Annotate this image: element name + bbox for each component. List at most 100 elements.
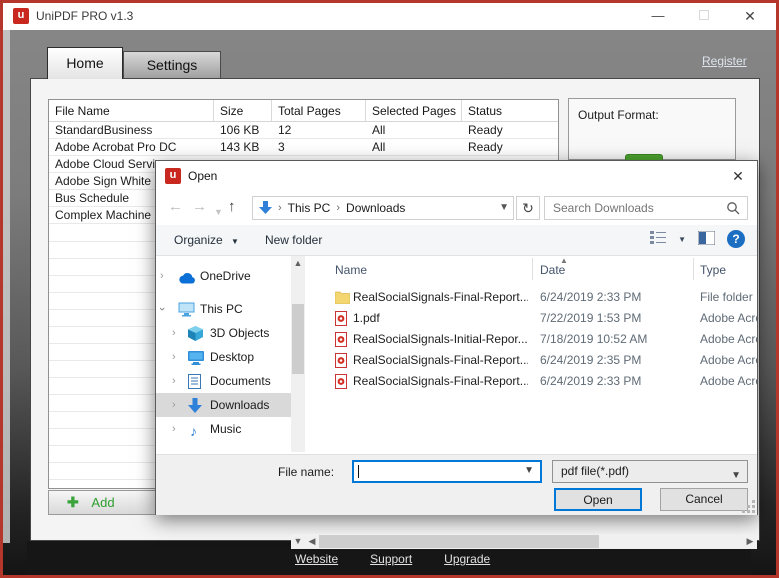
- website-link[interactable]: Website: [295, 552, 338, 566]
- file-type: Adobe Acro: [700, 353, 757, 367]
- column-divider[interactable]: [693, 258, 694, 280]
- dialog-close-button[interactable]: ✕: [722, 163, 754, 189]
- cancel-button[interactable]: Cancel: [660, 488, 748, 511]
- tab-home[interactable]: Home: [47, 47, 123, 79]
- scroll-left-icon[interactable]: ◀: [305, 534, 319, 549]
- downloads-folder-icon: [259, 201, 272, 215]
- folder-icon: [334, 290, 351, 305]
- dialog-nav-bar: ← → ▼ ↑ › This PC › Downloads ▼ ↻: [156, 191, 757, 225]
- forward-button[interactable]: →: [192, 196, 207, 218]
- file-row[interactable]: RealSocialSignals-Final-Report... 6/24/2…: [305, 287, 757, 308]
- file-list-horizontal-scrollbar[interactable]: ◀ ▶: [305, 534, 757, 549]
- table-row[interactable]: StandardBusiness 106 KB 12 All Ready: [49, 122, 558, 139]
- file-name: 1.pdf: [353, 311, 380, 325]
- sidebar-item-this-pc[interactable]: › This PC: [156, 297, 291, 321]
- col-name[interactable]: Name: [335, 263, 367, 277]
- search-box: [544, 196, 748, 220]
- app-window: u UniPDF PRO v1.3 — ✕ Home Settings Regi…: [0, 0, 779, 578]
- select-chevron-icon: ▼: [731, 470, 741, 481]
- address-bar[interactable]: › This PC › Downloads ▼: [252, 196, 514, 220]
- scroll-up-icon[interactable]: ▲: [291, 256, 305, 270]
- col-status[interactable]: Status: [462, 100, 558, 121]
- view-mode-icon[interactable]: [650, 231, 667, 247]
- onedrive-icon: [178, 268, 195, 284]
- sidebar-item-downloads[interactable]: › Downloads: [156, 393, 291, 417]
- expand-chevron-icon[interactable]: ›: [172, 345, 176, 369]
- pdf-icon: [335, 332, 350, 347]
- register-link[interactable]: Register: [702, 54, 747, 68]
- organize-menu[interactable]: Organize ▼: [174, 233, 239, 247]
- dialog-toolbar: Organize ▼ New folder ▼ ?: [156, 225, 757, 256]
- collapse-chevron-icon[interactable]: ›: [156, 307, 174, 311]
- expand-chevron-icon[interactable]: ›: [172, 369, 176, 393]
- cell-size: 106 KB: [220, 123, 260, 137]
- refresh-button[interactable]: ↻: [516, 196, 540, 220]
- preview-pane-icon[interactable]: [697, 230, 716, 248]
- back-button[interactable]: ←: [168, 196, 183, 218]
- support-link[interactable]: Support: [370, 552, 412, 566]
- file-name: RealSocialSignals-Final-Report...: [353, 353, 528, 367]
- column-divider[interactable]: [532, 258, 533, 280]
- combo-chevron-icon[interactable]: ▼: [524, 465, 534, 476]
- sidebar-item-documents[interactable]: › Documents: [156, 369, 291, 393]
- tab-settings[interactable]: Settings: [123, 51, 221, 79]
- col-total-pages[interactable]: Total Pages: [272, 100, 366, 121]
- documents-icon: [188, 373, 204, 389]
- up-button[interactable]: ↑: [228, 196, 236, 218]
- pdf-icon: [335, 353, 350, 368]
- new-folder-button[interactable]: New folder: [265, 233, 322, 247]
- file-row[interactable]: RealSocialSignals-Initial-Repor... 7/18/…: [305, 329, 757, 350]
- table-row[interactable]: Adobe Acrobat Pro DC 143 KB 3 All Ready: [49, 139, 558, 156]
- sidebar-item-desktop[interactable]: › Desktop: [156, 345, 291, 369]
- file-type: Adobe Acro: [700, 311, 757, 325]
- expand-chevron-icon[interactable]: ›: [172, 393, 176, 417]
- col-selected-pages[interactable]: Selected Pages: [366, 100, 462, 121]
- scroll-down-icon[interactable]: ▼: [291, 534, 305, 549]
- recent-locations-chevron-icon[interactable]: ▼: [214, 201, 223, 223]
- col-date[interactable]: Date: [540, 263, 565, 277]
- sidebar-item-onedrive[interactable]: › OneDrive: [156, 264, 291, 288]
- dialog-title-bar: u Open ✕: [156, 161, 757, 191]
- title-bar: u UniPDF PRO v1.3 — ✕: [3, 3, 776, 30]
- cell-size: 143 KB: [220, 140, 260, 154]
- pdf-icon: [335, 374, 350, 389]
- expand-chevron-icon[interactable]: ›: [172, 417, 176, 441]
- minimize-button[interactable]: —: [641, 3, 675, 29]
- file-row[interactable]: 1.pdf 7/22/2019 1:53 PM Adobe Acro: [305, 308, 757, 329]
- col-file-name[interactable]: File Name: [49, 100, 214, 121]
- add-button[interactable]: ✚ Add: [48, 490, 158, 515]
- col-size[interactable]: Size: [214, 100, 272, 121]
- upgrade-link[interactable]: Upgrade: [444, 552, 490, 566]
- pdf-icon: [335, 311, 350, 326]
- file-type-select[interactable]: pdf file(*.pdf) ▼: [552, 460, 748, 483]
- scrollbar-thumb[interactable]: [319, 535, 599, 548]
- file-date: 7/22/2019 1:53 PM: [540, 311, 642, 325]
- file-type: Adobe Acro: [700, 332, 757, 346]
- cell-total-pages: 3: [278, 140, 285, 154]
- file-name: RealSocialSignals-Final-Report...: [353, 290, 528, 304]
- scrollbar-thumb[interactable]: [292, 304, 304, 374]
- sidebar-item-label: 3D Objects: [210, 326, 270, 340]
- window-title: UniPDF PRO v1.3: [36, 9, 134, 23]
- file-row[interactable]: RealSocialSignals-Final-Report... 6/24/2…: [305, 371, 757, 392]
- output-format-label: Output Format:: [578, 108, 659, 122]
- search-input[interactable]: [551, 199, 721, 217]
- breadcrumb-this-pc[interactable]: This PC: [288, 201, 331, 215]
- resize-grip[interactable]: [752, 510, 755, 513]
- expand-chevron-icon[interactable]: ›: [172, 321, 176, 345]
- close-button[interactable]: ✕: [733, 3, 767, 29]
- view-mode-chevron-icon[interactable]: ▼: [678, 235, 686, 244]
- sidebar-item-music[interactable]: › ♪ Music: [156, 417, 291, 441]
- sidebar-scrollbar[interactable]: ▲: [291, 256, 305, 452]
- file-row[interactable]: RealSocialSignals-Final-Report... 6/24/2…: [305, 350, 757, 371]
- sidebar-item-3d-objects[interactable]: › 3D Objects: [156, 321, 291, 345]
- help-icon[interactable]: ?: [727, 230, 745, 248]
- expand-chevron-icon[interactable]: ›: [160, 264, 164, 288]
- file-date: 6/24/2019 2:33 PM: [540, 374, 642, 388]
- breadcrumb-downloads[interactable]: Downloads: [346, 201, 405, 215]
- col-type[interactable]: Type: [700, 263, 726, 277]
- open-button[interactable]: Open: [554, 488, 642, 511]
- scroll-right-icon[interactable]: ▶: [743, 534, 757, 549]
- file-name-combobox[interactable]: ▼: [352, 460, 542, 483]
- address-dropdown-chevron-icon[interactable]: ▼: [499, 202, 509, 213]
